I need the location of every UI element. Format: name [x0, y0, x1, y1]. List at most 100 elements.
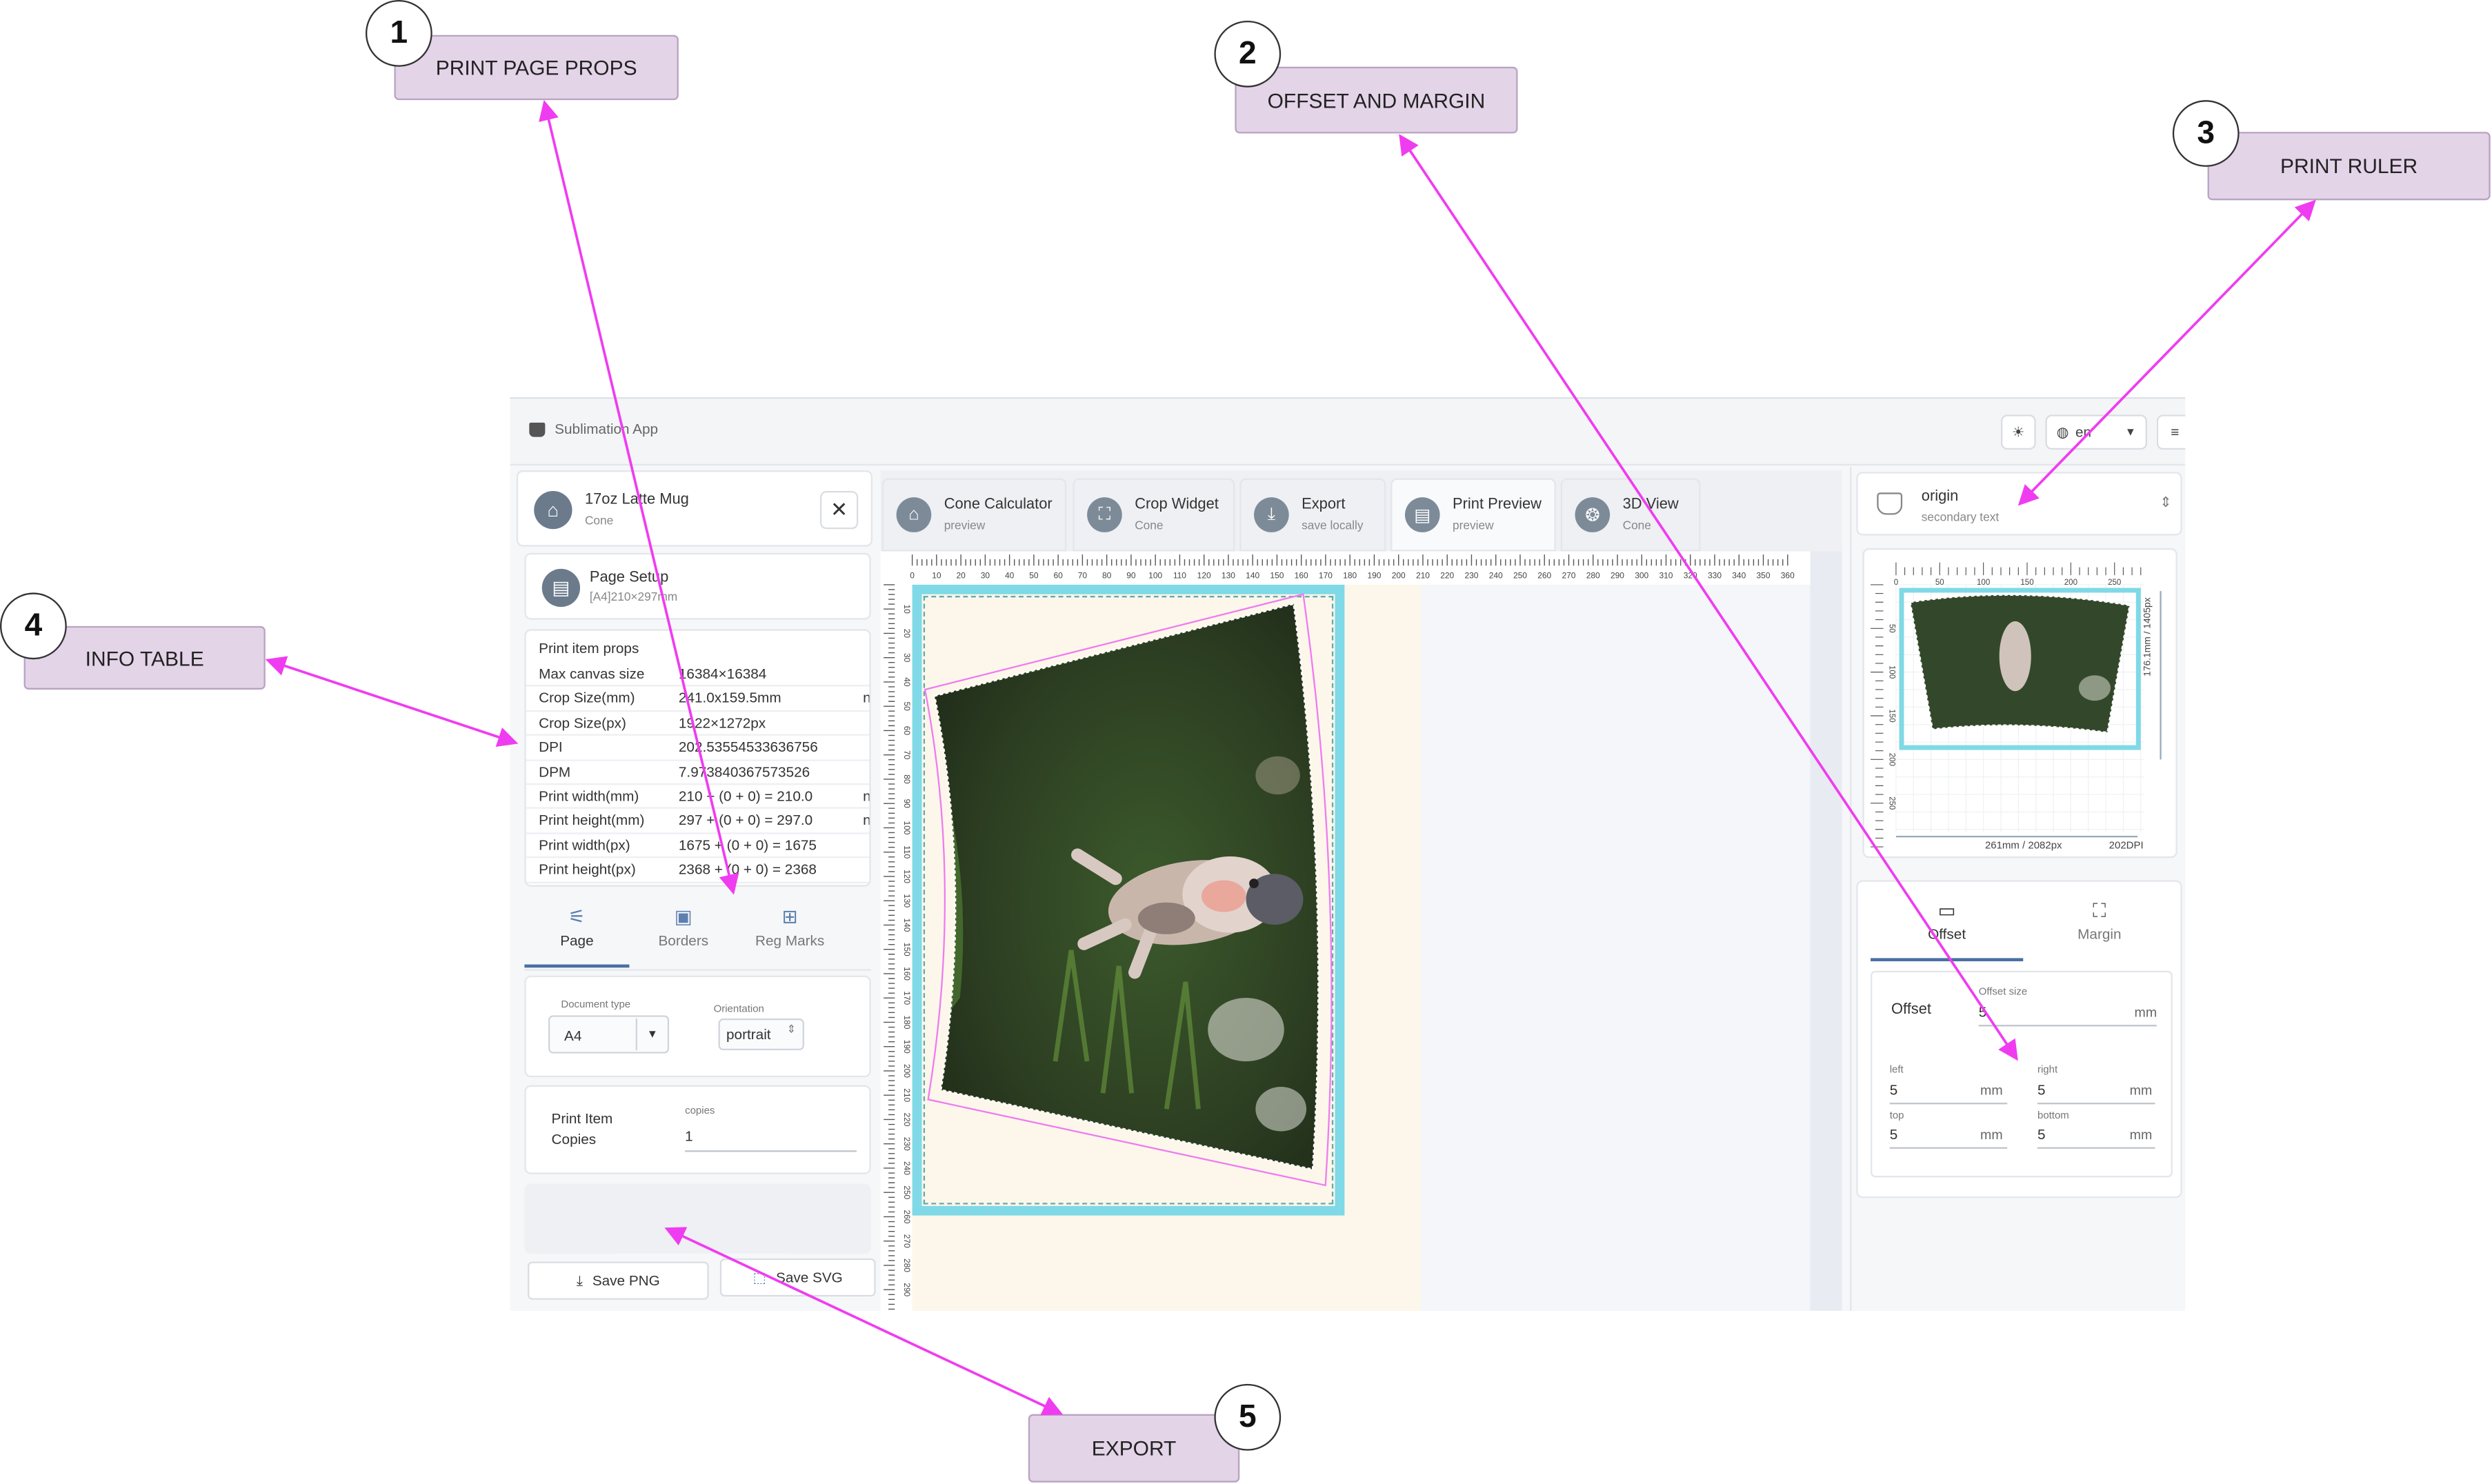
menu-button[interactable]: ≡: [2156, 414, 2186, 450]
tab-margin[interactable]: ⛶ Margin: [2023, 888, 2175, 961]
ruler-v-label: 220: [902, 1112, 912, 1126]
table-row: Print height(px) 2368 + (0 + 0) = 2368: [526, 859, 870, 883]
table-key: DPI: [539, 739, 563, 755]
center-panel: ⌂ Cone Calculator preview ⛶ Crop Widget …: [880, 470, 1842, 1311]
ruler-h-label: 340: [1732, 571, 1746, 581]
ruler-h-label: 280: [1586, 571, 1600, 581]
tab-reg-marks[interactable]: ⊞ Reg Marks: [737, 894, 842, 967]
updown-icon: ⇕: [2160, 494, 2172, 510]
language-select[interactable]: ◍ en ▼: [2045, 414, 2147, 450]
left-input[interactable]: 5: [1890, 1082, 1898, 1098]
table-row: Print width(mm) 210 + (0 + 0) = 210.0 n: [526, 785, 870, 810]
callout-2-label: OFFSET AND MARGIN: [1267, 88, 1486, 112]
tab-print-preview[interactable]: ▤ Print Preview preview: [1390, 478, 1556, 552]
offset-size-underline: [1978, 1025, 2157, 1027]
mug-icon: [529, 421, 546, 437]
cone-icon: ⌂: [896, 497, 932, 532]
copies-label-line2: Copies: [551, 1131, 597, 1147]
mini-h-label: 0: [1894, 579, 1898, 587]
tab-page[interactable]: ⚟ Page: [524, 894, 630, 968]
doc-type-label: Document type: [561, 999, 631, 1011]
updown-icon: ⇕: [786, 1025, 797, 1036]
save-svg-label: Save SVG: [775, 1269, 843, 1286]
callout-3-box: PRINT RULER: [2207, 132, 2491, 201]
top-label: top: [1889, 1110, 1904, 1122]
ruler-h-label: 350: [1757, 571, 1771, 581]
theme-toggle-button[interactable]: ☀: [2000, 414, 2036, 450]
product-name: 17oz Latte Mug: [584, 490, 689, 509]
tab-borders-label: Borders: [658, 932, 709, 949]
ruler-h-label: 70: [1078, 571, 1088, 581]
ruler-h-label: 40: [1005, 571, 1015, 581]
callout-3-label: PRINT RULER: [2280, 154, 2418, 179]
close-product-button[interactable]: ✕: [819, 490, 859, 530]
ruler-h-label: 330: [1708, 571, 1722, 581]
copies-underline: [685, 1150, 857, 1152]
download-icon: ⤓: [576, 1272, 583, 1288]
orientation-value: portrait: [726, 1026, 771, 1043]
tab-margin-label: Margin: [2077, 926, 2122, 943]
ruler-v-label: 60: [902, 726, 912, 736]
ruler-v-label: 120: [902, 870, 912, 883]
right-input[interactable]: 5: [2037, 1082, 2046, 1098]
offset-size-unit: mm: [2134, 1004, 2157, 1021]
tab-crop-widget[interactable]: ⛶ Crop Widget Cone: [1073, 478, 1235, 552]
tab-offset[interactable]: ▭ Offset: [1871, 888, 2024, 961]
doc-type-select[interactable]: A4 ▼: [548, 1015, 670, 1054]
ruler-v-label: 10: [902, 604, 912, 614]
ruler-h-label: 180: [1343, 571, 1357, 581]
ruler-h-label: 30: [981, 571, 990, 581]
cone-icon: [1877, 492, 1903, 515]
print-image[interactable]: [913, 585, 1345, 1216]
top-input[interactable]: 5: [1890, 1127, 1898, 1143]
page-setup-card[interactable]: ▤ Page Setup [A4]210×297mm: [524, 552, 871, 620]
table-key: Print height(px): [539, 861, 636, 878]
copies-field-label: copies: [685, 1105, 715, 1117]
table-value: 210 + (0 + 0) = 210.0: [678, 788, 813, 804]
bottom-input[interactable]: 5: [2037, 1127, 2046, 1143]
ruler-h-label: 150: [1270, 571, 1284, 581]
copies-card: Print Item Copies copies 1: [524, 1085, 871, 1174]
tab-cone-calculator[interactable]: ⌂ Cone Calculator preview: [881, 478, 1067, 552]
table-key: Crop Size(px): [539, 714, 626, 731]
product-card[interactable]: ⌂ 17oz Latte Mug Cone ✕: [516, 470, 873, 547]
tab-borders[interactable]: ▣ Borders: [631, 894, 736, 967]
orientation-select[interactable]: portrait ⇕: [718, 1018, 804, 1051]
mini-v-label: 100: [1888, 665, 1896, 679]
ruler-h-label: 80: [1102, 571, 1112, 581]
tab-3d-view[interactable]: ❂ 3D View Cone: [1560, 478, 1701, 552]
ruler-h-label: 320: [1684, 571, 1697, 581]
offset-size-input[interactable]: 5: [1979, 1004, 1987, 1020]
canvas-scrollbar[interactable]: [1810, 551, 1842, 1311]
table-value: 2368 + (0 + 0) = 2368: [678, 861, 817, 878]
ruler-h-label: 290: [1611, 571, 1624, 581]
offset-form: Offset Offset size 5 mm left 5 mm right …: [1871, 970, 2173, 1178]
ruler-h-label: 190: [1367, 571, 1381, 581]
copies-label-line1: Print Item: [551, 1110, 613, 1127]
tab-export[interactable]: ⤓ Export save locally: [1239, 478, 1386, 552]
width-dimension-label: 261mm / 2082px: [1984, 840, 2062, 852]
copies-input[interactable]: 1: [685, 1128, 693, 1144]
table-note: n: [863, 812, 871, 829]
callout-2-number: 2: [1214, 20, 1282, 88]
tab-crop-widget-sub: Cone: [1135, 518, 1164, 532]
save-svg-button[interactable]: ⬚ Save SVG: [719, 1258, 876, 1297]
chevron-down-icon: ▼: [635, 1018, 668, 1051]
callout-5-box: EXPORT: [1028, 1414, 1240, 1483]
dpi-label: 202DPI: [2109, 840, 2144, 852]
page-setup-sub: [A4]210×297mm: [589, 589, 678, 604]
callout-1-number: 1: [365, 0, 432, 67]
table-key: Print width(mm): [539, 788, 639, 804]
ruler-h-label: 250: [1513, 571, 1527, 581]
cube-icon: ❂: [1575, 497, 1611, 532]
ruler-h-label: 170: [1319, 571, 1333, 581]
ruler-v-label: 190: [902, 1040, 912, 1054]
orientation-label: Orientation: [713, 1004, 764, 1016]
origin-select[interactable]: origin secondary text ⇕: [1856, 472, 2182, 536]
height-dimension-line: [2160, 591, 2162, 760]
save-png-button[interactable]: ⤓ Save PNG: [527, 1261, 709, 1300]
ruler-v-label: 140: [902, 918, 912, 932]
table-value: 297 + (0 + 0) = 297.0: [678, 812, 813, 829]
right-unit: mm: [2129, 1082, 2153, 1099]
top-bar: Sublimation App ☀ ◍ en ▼ ≡: [510, 399, 2186, 466]
